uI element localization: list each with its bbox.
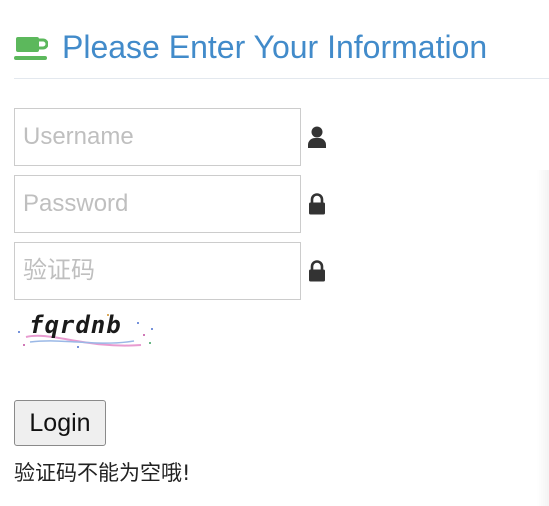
captcha-input[interactable] [14, 242, 301, 300]
captcha-text: fqrdnb [29, 311, 122, 339]
error-message: 验证码不能为空哦! [14, 461, 191, 485]
login-button[interactable]: Login [14, 400, 106, 446]
password-row [14, 175, 354, 233]
page-title: Please Enter Your Information [62, 29, 488, 65]
page-edge-shade [537, 170, 549, 506]
captcha-row [14, 242, 354, 300]
username-input[interactable] [14, 108, 301, 166]
password-input[interactable] [14, 175, 301, 233]
coffee-cup-icon [14, 33, 49, 63]
user-icon [308, 126, 326, 148]
lock-icon [308, 193, 326, 215]
page-header: Please Enter Your Information [14, 28, 549, 79]
username-row [14, 108, 354, 166]
captcha-image[interactable]: fqrdnb [16, 307, 156, 352]
lock-icon [308, 260, 326, 282]
